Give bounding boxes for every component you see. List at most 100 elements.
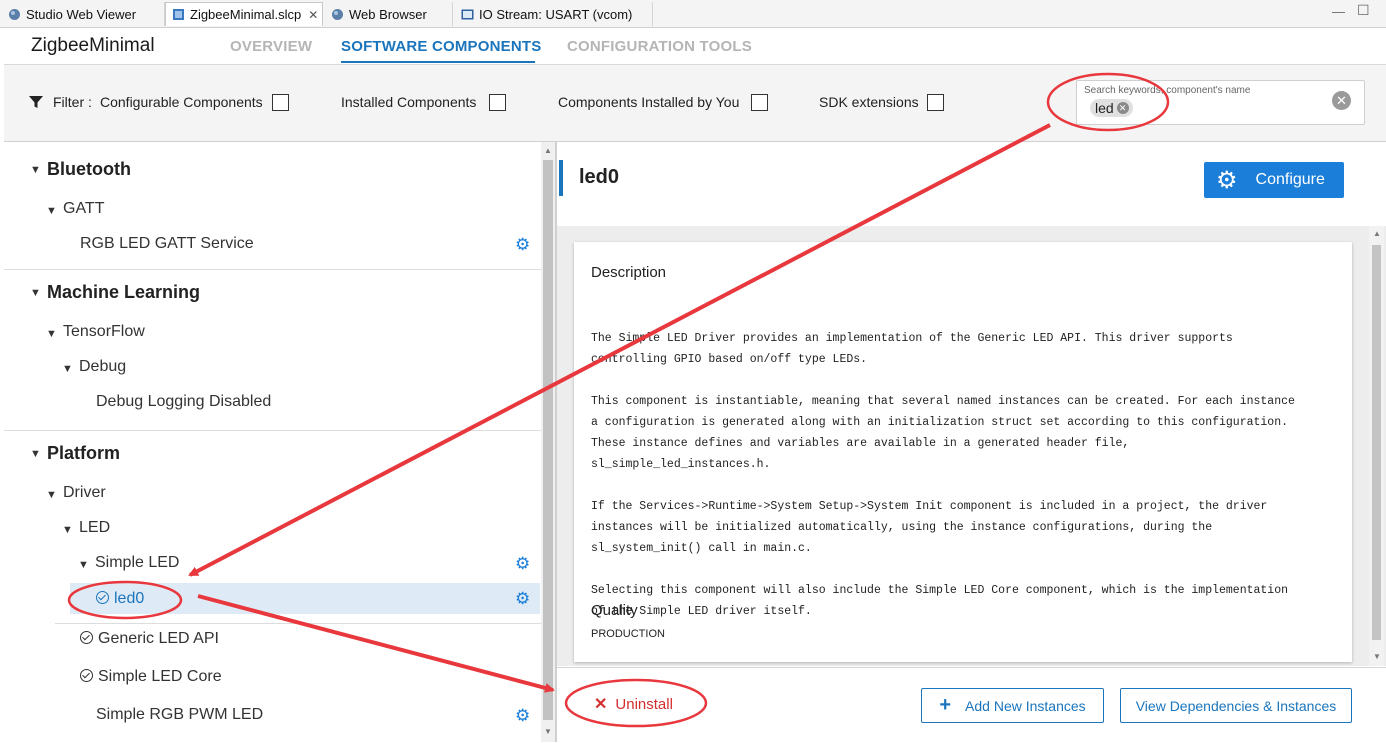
installed-check-icon [96, 591, 109, 604]
close-icon[interactable]: ✕ [308, 8, 318, 22]
filter-icon [28, 94, 44, 115]
collapse-icon[interactable]: ▼ [78, 559, 89, 571]
active-tab-indicator [341, 61, 535, 63]
description-line: controlling GPIO based on/off type LEDs. [591, 353, 868, 366]
plus-icon: + [939, 694, 952, 716]
close-icon: ✕ [594, 696, 608, 713]
filter-installed-by-you-label: Components Installed by You [558, 94, 740, 110]
description-line [591, 475, 1295, 496]
divider [55, 623, 541, 624]
collapse-icon[interactable]: ▼ [46, 489, 57, 501]
filter-sdk-extensions-label: SDK extensions [819, 94, 919, 110]
filter-configurable-checkbox[interactable] [272, 94, 289, 111]
filter-installed-by-you-checkbox[interactable] [751, 94, 768, 111]
component-tree [4, 142, 541, 742]
filter-sdk-extensions-checkbox[interactable] [927, 94, 944, 111]
gear-icon[interactable]: ⚙ [515, 589, 530, 609]
gear-icon[interactable]: ⚙ [515, 554, 530, 574]
collapse-icon[interactable]: ▼ [62, 363, 73, 375]
description-line: sl_simple_led_instances.h. [591, 458, 771, 471]
collapse-icon[interactable]: ▼ [46, 328, 57, 340]
description-line: sl_system_init() call in main.c. [591, 542, 812, 555]
tree-node-debug[interactable]: Debug [79, 358, 126, 376]
search-input[interactable]: Search keywords, component's name led ✕ … [1076, 80, 1365, 125]
gear-icon[interactable]: ⚙ [515, 706, 530, 726]
tab-configuration-tools[interactable]: CONFIGURATION TOOLS [567, 38, 752, 55]
category-bluetooth[interactable]: Bluetooth [47, 159, 131, 180]
description-line: Selecting this component will also inclu… [591, 584, 1289, 597]
collapse-icon[interactable]: ▼ [30, 448, 41, 460]
description-text: The Simple LED Driver provides an implem… [591, 286, 1295, 643]
collapse-icon[interactable]: ▼ [30, 164, 41, 176]
category-platform[interactable]: Platform [47, 443, 120, 464]
description-line [591, 370, 1295, 391]
description-lines: The Simple LED Driver provides an implem… [591, 328, 1295, 622]
description-heading: Description [591, 264, 667, 281]
description-line [591, 559, 1295, 580]
component-title: led0 [579, 166, 620, 188]
globe-icon [331, 8, 344, 21]
tree-item-simple-rgb-pwm-led[interactable]: Simple RGB PWM LED [96, 706, 263, 724]
view-dependencies-button[interactable]: View Dependencies & Instances [1120, 688, 1352, 723]
scroll-up-icon[interactable]: ▲ [544, 146, 552, 155]
collapse-icon[interactable]: ▼ [46, 205, 57, 217]
accent-bar [559, 160, 563, 196]
divider [4, 430, 541, 431]
search-chip[interactable]: led ✕ [1090, 99, 1133, 117]
divider [4, 269, 541, 270]
description-line: instances will be initialized automatica… [591, 521, 1213, 534]
installed-check-icon [80, 631, 93, 644]
tab-overview[interactable]: OVERVIEW [230, 38, 312, 55]
filter-installed-label: Installed Components [341, 94, 477, 110]
description-line: a configuration is generated along with … [591, 416, 1289, 429]
installed-check-icon [80, 669, 93, 682]
collapse-icon[interactable]: ▼ [30, 287, 41, 299]
quality-heading: Quality [591, 602, 638, 619]
tab-zigbeeminimal-slcp[interactable]: ZigbeeMinimal.slcp ✕ [165, 2, 323, 26]
console-icon [461, 8, 474, 21]
filter-label: Filter : [53, 94, 92, 110]
category-machine-learning[interactable]: Machine Learning [47, 282, 200, 303]
tab-software-components[interactable]: SOFTWARE COMPONENTS [341, 38, 541, 55]
tree-item-debug-logging-disabled[interactable]: Debug Logging Disabled [96, 393, 271, 411]
clear-search-icon[interactable]: ✕ [1332, 91, 1351, 110]
minimize-icon[interactable]: — [1332, 4, 1345, 19]
filter-installed-checkbox[interactable] [489, 94, 506, 111]
scroll-down-icon[interactable]: ▼ [544, 727, 552, 736]
page-title: ZigbeeMinimal [31, 35, 155, 56]
collapse-icon[interactable]: ▼ [62, 524, 73, 536]
filter-configurable-label: Configurable Components [100, 94, 263, 110]
tree-item-rgb-led-gatt-service[interactable]: RGB LED GATT Service [80, 235, 254, 253]
tree-node-simple-led[interactable]: Simple LED [95, 554, 179, 572]
tree-node-driver[interactable]: Driver [63, 484, 106, 502]
tab-io-stream[interactable]: IO Stream: USART (vcom) [455, 2, 653, 26]
tab-web-browser[interactable]: Web Browser [325, 2, 453, 26]
search-placeholder: Search keywords, component's name [1084, 85, 1251, 96]
description-line: of the Simple LED driver itself. [591, 605, 812, 618]
tree-node-led[interactable]: LED [79, 519, 110, 537]
tree-node-gatt[interactable]: GATT [63, 200, 104, 218]
gear-icon[interactable]: ⚙ [515, 235, 530, 255]
globe-icon [8, 8, 21, 21]
scroll-down-icon[interactable]: ▼ [1373, 652, 1381, 661]
uninstall-button[interactable]: ✕ Uninstall [594, 694, 673, 714]
description-line: The Simple LED Driver provides an implem… [591, 332, 1233, 345]
project-icon [172, 8, 185, 21]
description-line: This component is instantiable, meaning … [591, 395, 1295, 408]
gear-icon: ⚙ [1216, 166, 1238, 194]
configure-button[interactable]: ⚙ Configure [1204, 162, 1344, 198]
scroll-up-icon[interactable]: ▲ [1373, 229, 1381, 238]
tab-studio-web-viewer[interactable]: Studio Web Viewer [2, 2, 165, 26]
tree-item-generic-led-api[interactable]: Generic LED API [80, 630, 219, 648]
tree-item-led0[interactable]: led0 [96, 590, 144, 608]
description-line: These instance defines and variables are… [591, 437, 1130, 450]
tree-node-tensorflow[interactable]: TensorFlow [63, 323, 145, 341]
description-line: If the Services->Runtime->System Setup->… [591, 500, 1268, 513]
detail-scrollbar-thumb[interactable] [1372, 245, 1381, 640]
tree-item-simple-led-core[interactable]: Simple LED Core [80, 668, 222, 686]
tree-scrollbar-thumb[interactable] [543, 160, 553, 720]
chip-remove-icon[interactable]: ✕ [1116, 102, 1129, 114]
quality-value: PRODUCTION [591, 628, 665, 640]
add-new-instances-button[interactable]: + Add New Instances [921, 688, 1104, 723]
maximize-icon[interactable]: ☐ [1357, 2, 1370, 19]
